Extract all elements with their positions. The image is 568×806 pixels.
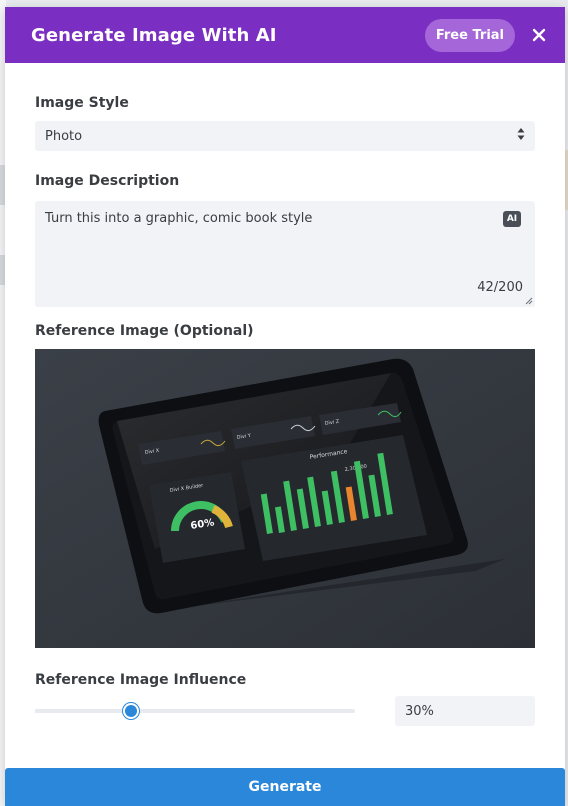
image-description-textarea[interactable]: Turn this into a graphic, comic book sty…	[35, 201, 535, 307]
free-trial-badge[interactable]: Free Trial	[424, 18, 515, 52]
modal-header: Generate Image With AI Free Trial	[5, 7, 565, 63]
modal-body: Image Style Photo Image Description Turn…	[5, 95, 565, 726]
generate-image-modal: Generate Image With AI Free Trial Image …	[5, 7, 565, 806]
image-style-label: Image Style	[35, 95, 129, 111]
modal-title: Generate Image With AI	[31, 24, 277, 46]
influence-slider[interactable]	[35, 703, 355, 719]
influence-value-input[interactable]: 30%	[395, 696, 535, 726]
influence-slider-row: 30%	[35, 696, 535, 726]
tablet-mockup-image: Divi X Divi Y Divi Z Divi X Builder 60% …	[35, 349, 535, 648]
close-icon	[532, 28, 546, 42]
close-button[interactable]	[527, 23, 551, 47]
generate-button[interactable]: Generate	[5, 768, 565, 806]
image-description-value: Turn this into a graphic, comic book sty…	[45, 211, 313, 226]
resize-handle-icon[interactable]	[523, 295, 533, 305]
image-description-label: Image Description	[35, 173, 180, 189]
image-style-value: Photo	[45, 128, 83, 144]
reference-image[interactable]: Divi X Divi Y Divi Z Divi X Builder 60% …	[35, 349, 535, 648]
reference-influence-label: Reference Image Influence	[35, 672, 247, 688]
select-arrows-icon	[517, 127, 525, 141]
reference-image-label: Reference Image (Optional)	[35, 323, 254, 339]
influence-slider-fill	[35, 709, 131, 713]
ai-assist-button[interactable]: AI	[503, 211, 521, 227]
character-count: 42/200	[477, 280, 523, 295]
influence-slider-thumb[interactable]	[123, 703, 139, 719]
image-style-select[interactable]: Photo	[35, 121, 535, 151]
